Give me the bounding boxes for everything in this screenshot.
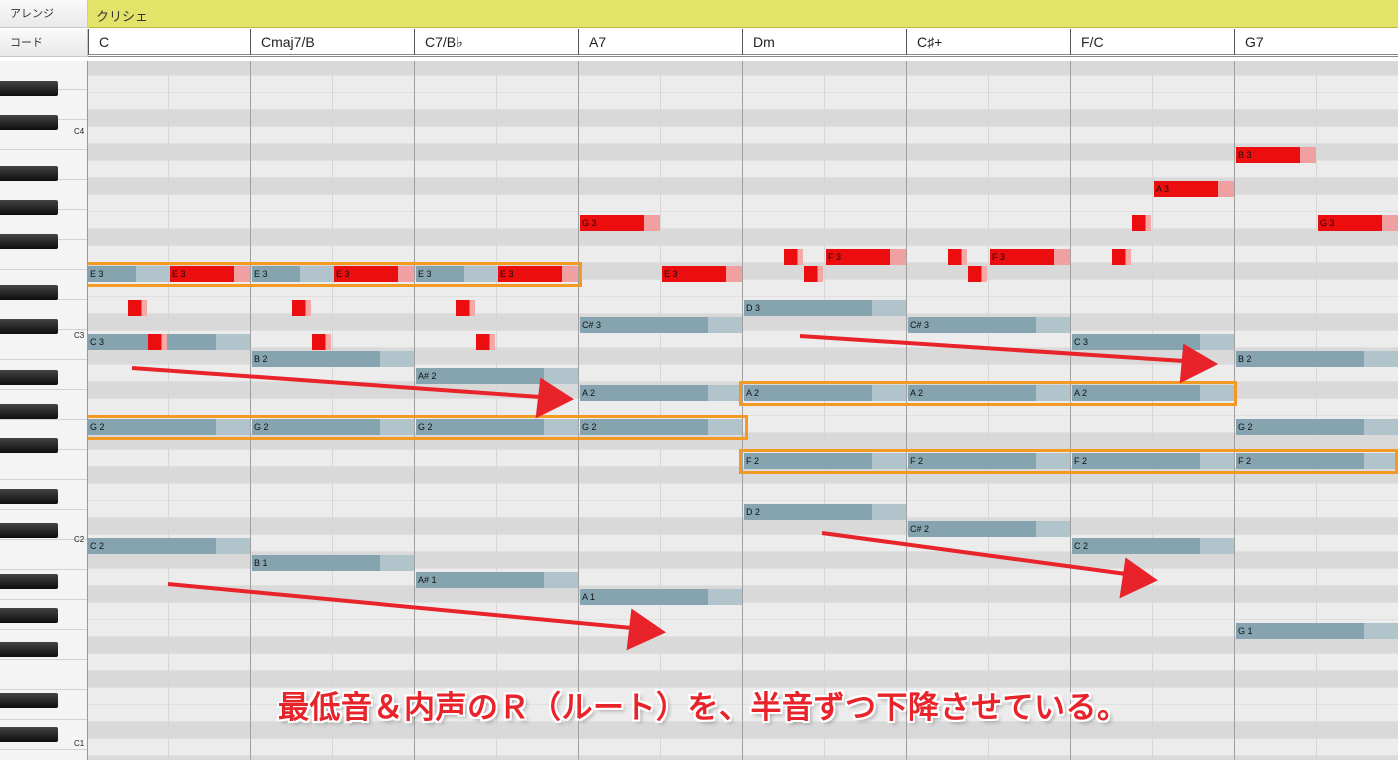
white-key-divider	[0, 719, 87, 720]
black-key[interactable]	[0, 285, 58, 300]
arrange-section-name: クリシェ	[96, 9, 149, 24]
white-key-divider	[0, 629, 87, 630]
arrow-line	[167, 582, 633, 630]
white-key-divider	[0, 689, 87, 690]
annotation-caption: 最低音＆内声のＲ（ルート）を、半音ずつ下降させている。	[278, 690, 1129, 725]
chord-cell[interactable]: F/C	[1070, 29, 1234, 55]
black-key[interactable]	[0, 727, 58, 742]
black-key[interactable]	[0, 166, 58, 181]
piano-keyboard[interactable]: C4 C3 C2 C1	[0, 61, 88, 760]
black-key[interactable]	[0, 642, 58, 657]
arrow-line	[799, 334, 1185, 363]
arrow-head	[1119, 557, 1158, 599]
chord-track: C Cmaj7/B C7/B♭ A7 Dm C♯+ F/C G7	[88, 29, 1398, 57]
black-key[interactable]	[0, 115, 58, 130]
white-key-divider	[0, 419, 87, 420]
arrange-track-label: アレンジ	[0, 0, 88, 28]
chord-cell[interactable]: C7/B♭	[414, 29, 578, 55]
black-key[interactable]	[0, 489, 58, 504]
white-key-divider	[0, 149, 87, 150]
arrange-section[interactable]: クリシェ	[88, 0, 1398, 28]
white-key-divider	[0, 749, 87, 750]
black-key[interactable]	[0, 81, 58, 96]
white-key-divider	[0, 269, 87, 270]
chord-cell[interactable]: Dm	[742, 29, 906, 55]
octave-label-c1: C1	[74, 739, 85, 748]
arrow-head	[535, 377, 575, 419]
black-key[interactable]	[0, 574, 58, 589]
black-key[interactable]	[0, 438, 58, 453]
white-key-divider	[0, 599, 87, 600]
arrow-line	[821, 531, 1127, 576]
black-key[interactable]	[0, 234, 58, 249]
black-key[interactable]	[0, 693, 58, 708]
chord-cell[interactable]: C♯+	[906, 29, 1070, 55]
octave-label-c4: C4	[74, 127, 85, 136]
black-key[interactable]	[0, 523, 58, 538]
white-key-divider	[0, 659, 87, 660]
arrow-line	[131, 366, 541, 399]
black-key[interactable]	[0, 200, 58, 215]
octave-label-c2: C2	[74, 535, 85, 544]
black-key[interactable]	[0, 319, 58, 334]
chord-cell[interactable]: Cmaj7/B	[250, 29, 414, 55]
black-key[interactable]	[0, 608, 58, 623]
white-key-divider	[0, 359, 87, 360]
white-key-divider	[0, 389, 87, 390]
arrow-head	[626, 608, 667, 651]
chord-track-label: コード	[0, 29, 88, 57]
octave-label-c3: C3	[74, 331, 85, 340]
chord-cell[interactable]: A7	[578, 29, 742, 55]
white-key-divider	[0, 479, 87, 480]
white-key-divider	[0, 569, 87, 570]
arrow-head	[1179, 343, 1219, 384]
chord-cell[interactable]: G7	[1234, 29, 1398, 55]
white-key-divider	[0, 509, 87, 510]
piano-roll-editor: アレンジ コード クリシェ C Cmaj7/B C7/B♭ A7 Dm C♯+ …	[0, 0, 1398, 760]
annotation-arrows	[131, 334, 1219, 651]
black-key[interactable]	[0, 404, 58, 419]
chord-cell[interactable]: C	[88, 29, 250, 55]
black-key[interactable]	[0, 370, 58, 385]
